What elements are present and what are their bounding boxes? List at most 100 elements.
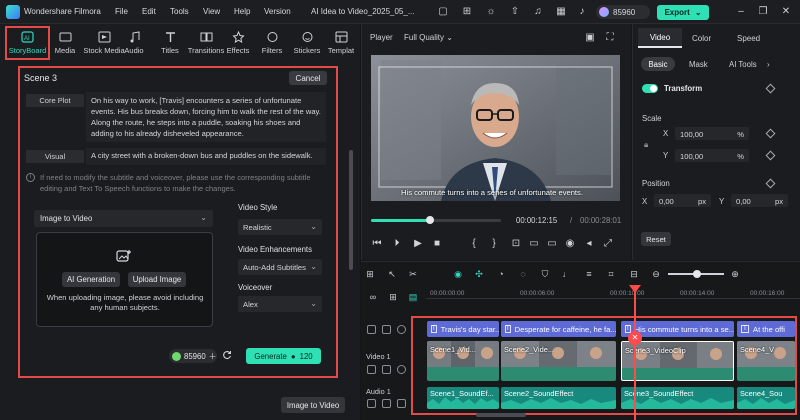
close-icon[interactable]: ✕ — [780, 6, 792, 18]
volume-icon[interactable]: ▭ — [528, 238, 540, 250]
quality-dropdown[interactable]: Full Quality ⌄ — [404, 33, 453, 42]
position-y-field[interactable]: 0,00 px — [731, 194, 788, 207]
layout-icon[interactable]: ⊞ — [364, 268, 376, 280]
microphone-icon[interactable]: ♩ — [561, 268, 573, 280]
fit-screen-icon[interactable]: ⊡ — [510, 238, 522, 250]
panel-scrollbar[interactable] — [349, 150, 353, 270]
text-icon[interactable]: ≡ — [583, 268, 595, 280]
link-icon[interactable]: ∞ — [367, 291, 379, 303]
speed-icon[interactable]: ◔ — [495, 268, 507, 280]
tool-media[interactable]: Media — [52, 24, 78, 62]
export-button[interactable]: Export ⌄ — [657, 5, 709, 20]
split-marker-icon[interactable]: ✕ — [628, 331, 642, 345]
gift-icon[interactable]: ⊞ — [461, 6, 473, 18]
menu-tools[interactable]: Tools — [170, 7, 189, 16]
scale-y-field[interactable]: 100,00% — [675, 149, 749, 162]
video-style-dropdown[interactable]: Realistic ⌄ — [238, 219, 322, 235]
plus-icon[interactable]: ＋ — [209, 351, 217, 362]
visual-text[interactable]: A city street with a broken-down bus and… — [86, 148, 326, 165]
audio-icon[interactable]: ◌ — [517, 268, 529, 280]
video-enhancements-dropdown[interactable]: Auto-Add Subtitles ⌄ — [238, 259, 322, 275]
image-to-video-button[interactable]: Image to Video — [281, 397, 345, 413]
crop-icon[interactable]: ⌗ — [605, 268, 617, 280]
magnet-icon[interactable]: ✣ — [473, 268, 485, 280]
tab-video[interactable]: Video — [638, 28, 682, 48]
tool-filters[interactable]: Filters — [259, 24, 285, 62]
credits-badge[interactable]: 85960 — [596, 5, 650, 19]
ai-generation-button[interactable]: AI Generation — [62, 272, 120, 287]
shield-icon[interactable]: ⛉ — [539, 268, 551, 280]
track-eye-icon[interactable] — [397, 325, 406, 334]
tool-titles[interactable]: Titles — [156, 24, 184, 62]
maximize-icon[interactable]: ❐ — [757, 6, 769, 18]
subtab-mask[interactable]: Mask — [689, 57, 708, 71]
split-icon[interactable]: ✂ — [407, 268, 419, 280]
stop-icon[interactable]: ■ — [431, 238, 443, 250]
menu-version[interactable]: Version — [264, 7, 291, 16]
tool-templates[interactable]: Templat — [325, 24, 357, 62]
menu-file[interactable]: File — [115, 7, 128, 16]
track-settings-icon[interactable] — [397, 399, 406, 408]
link-lock-icon[interactable]: 🔒︎ — [644, 140, 648, 150]
image-icon[interactable]: ⛶ — [604, 32, 616, 44]
camera-icon[interactable]: ◉ — [564, 238, 576, 250]
track-lock-icon[interactable] — [367, 365, 376, 374]
fullscreen-icon[interactable]: ⤢ — [602, 238, 614, 250]
tool-stickers[interactable]: Stickers — [292, 24, 322, 62]
track-mute-icon[interactable] — [382, 365, 391, 374]
grid-icon[interactable]: ▦ — [555, 6, 567, 18]
tool-stock-media[interactable]: Stock Media — [83, 24, 125, 62]
position-x-field[interactable]: 0,00 px — [654, 194, 711, 207]
multi-frame-icon[interactable]: ⊟ — [628, 268, 640, 280]
track-lock-icon[interactable] — [367, 325, 376, 334]
reset-button[interactable]: Reset — [641, 232, 671, 246]
tab-speed[interactable]: Speed — [737, 34, 760, 43]
menu-help[interactable]: Help — [234, 7, 250, 16]
timeline-scrollbar[interactable] — [476, 413, 526, 417]
headset-icon[interactable]: ♫ — [532, 6, 544, 18]
chevron-right-icon[interactable]: › — [767, 57, 770, 71]
zoom-in-icon[interactable]: ⊕ — [729, 268, 741, 280]
mode-dropdown[interactable]: Image to Video ⌄ — [34, 210, 213, 227]
refresh-icon[interactable] — [222, 350, 232, 360]
track-lock-icon[interactable] — [367, 399, 376, 408]
minimize-icon[interactable]: – — [735, 6, 747, 18]
play-frame-icon[interactable]: ⏵ — [391, 238, 403, 250]
zoom-out-icon[interactable]: ⊖ — [650, 268, 662, 280]
zoom-slider-knob[interactable] — [693, 270, 701, 278]
monitor-icon[interactable]: ▭ — [546, 238, 558, 250]
generate-button[interactable]: Generate ● 120 — [246, 348, 321, 364]
upload-cloud-icon[interactable]: ⇧ — [509, 6, 521, 18]
menu-edit[interactable]: Edit — [142, 7, 156, 16]
video-preview[interactable] — [371, 55, 620, 201]
track-manager-icon[interactable]: ▤ — [407, 291, 419, 303]
core-plot-text[interactable]: On his way to work, [Travis] encounters … — [86, 92, 326, 142]
tool-audio[interactable]: Audio — [121, 24, 147, 62]
scale-x-field[interactable]: 100,00% — [675, 127, 749, 140]
tab-color[interactable]: Color — [692, 34, 711, 43]
select-tool-icon[interactable]: ↖ — [386, 268, 398, 280]
tool-transitions[interactable]: Transitions — [188, 24, 224, 62]
tool-storyboard[interactable]: AI StoryBoard — [5, 26, 50, 60]
track-volume-icon[interactable] — [382, 399, 391, 408]
voiceover-dropdown[interactable]: Alex ⌄ — [238, 296, 322, 312]
tool-effects[interactable]: Effects — [225, 24, 251, 62]
skip-back-icon[interactable]: ⏮ — [371, 238, 383, 250]
track-lock-icon[interactable] — [382, 325, 391, 334]
add-track-icon[interactable]: ⊞ — [387, 291, 399, 303]
monitor-icon[interactable]: ▢ — [437, 6, 449, 18]
play-icon[interactable]: ▶ — [412, 238, 424, 250]
track-eye-icon[interactable] — [397, 365, 406, 374]
menu-view[interactable]: View — [203, 7, 220, 16]
upload-image-button[interactable]: Upload Image — [128, 272, 186, 287]
mark-out-icon[interactable]: } — [488, 238, 500, 250]
subtab-basic[interactable]: Basic — [641, 57, 675, 71]
mark-in-icon[interactable]: { — [468, 238, 480, 250]
ai-icon[interactable]: ◉ — [452, 268, 464, 280]
speaker-icon[interactable]: ◂ — [583, 238, 595, 250]
playback-progress-knob[interactable] — [425, 216, 434, 224]
subtab-ai-tools[interactable]: AI Tools — [729, 57, 757, 71]
transform-toggle[interactable] — [642, 84, 658, 93]
notification-bell-icon[interactable]: ♪ — [576, 6, 588, 18]
snapshot-icon[interactable]: ▣ — [584, 32, 596, 44]
